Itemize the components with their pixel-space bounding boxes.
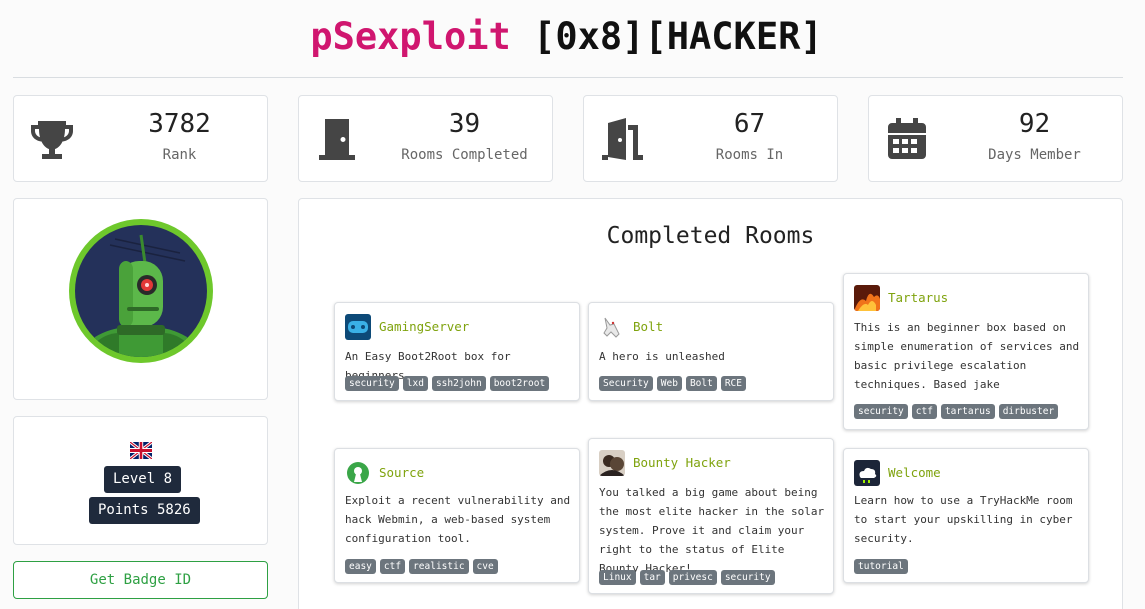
room-description: A hero is unleashed	[599, 350, 725, 363]
room-name[interactable]: GamingServer	[379, 319, 469, 334]
tag: tartarus	[940, 404, 995, 419]
rooms-completed-label: Rooms Completed	[401, 147, 528, 163]
room-card-welcome[interactable]: Welcome Learn how to use a TryHackMe roo…	[843, 448, 1089, 583]
tag: ssh2john	[431, 376, 486, 391]
tag: boot2root	[489, 376, 550, 391]
page-title: pSexploit [0x8][HACKER]	[0, 14, 1133, 60]
tag: ctf	[379, 559, 406, 574]
tag: security	[854, 404, 908, 419]
level-card: Level 8 Points 5826	[13, 416, 268, 545]
tag: tar	[639, 570, 665, 585]
completed-rooms-card: Completed Rooms GamingServer An Easy Boo…	[298, 198, 1123, 609]
tag: RCE	[720, 376, 746, 391]
rooms-completed-value: 39	[448, 109, 481, 139]
tag: Linux	[599, 570, 636, 585]
room-name[interactable]: Tartarus	[888, 290, 948, 305]
room-tags: tutorial	[854, 559, 1082, 574]
bounty-hacker-thumbnail	[599, 450, 625, 476]
trophy-icon	[28, 115, 76, 163]
bolt-thumbnail	[599, 314, 625, 340]
stat-card-rank: 3782 Rank	[13, 95, 268, 182]
tag: Bolt	[685, 376, 717, 391]
days-member-value: 92	[1018, 109, 1051, 139]
user-rank-tags: [0x8][HACKER]	[533, 15, 823, 58]
tag: Web	[656, 376, 682, 391]
door-closed-icon	[313, 115, 361, 163]
rooms-in-value: 67	[733, 109, 766, 139]
stat-card-days-member: 92 Days Member	[868, 95, 1123, 182]
room-description: Learn how to use a TryHackMe room to sta…	[854, 494, 1073, 545]
tag: easy	[345, 559, 376, 574]
room-card-gamingserver[interactable]: GamingServer An Easy Boot2Root box for b…	[334, 302, 580, 401]
source-thumbnail	[345, 460, 371, 486]
get-badge-id-button[interactable]: Get Badge ID	[13, 561, 268, 599]
room-card-bounty-hacker[interactable]: Bounty Hacker You talked a big game abou…	[588, 438, 834, 594]
room-description: Exploit a recent vulnerability and hack …	[345, 494, 571, 545]
avatar-card	[13, 198, 268, 400]
room-tags: easy ctf realistic cve	[345, 559, 573, 574]
stat-card-rooms-in: 67 Rooms In	[583, 95, 838, 182]
tag: privesc	[668, 570, 717, 585]
tag: tutorial	[854, 559, 908, 574]
room-tags: security lxd ssh2john boot2root	[345, 376, 573, 391]
rank-value: 3782	[148, 109, 211, 139]
room-description: This is an beginner box based on simple …	[854, 321, 1080, 391]
gamingserver-thumbnail	[345, 314, 371, 340]
room-card-source[interactable]: Source Exploit a recent vulnerability an…	[334, 448, 580, 583]
rank-label: Rank	[162, 147, 197, 163]
tag: lxd	[402, 376, 428, 391]
level-badge: Level 8	[104, 466, 182, 493]
tag: cve	[472, 559, 498, 574]
tag: Security	[599, 376, 653, 391]
calendar-icon	[883, 115, 931, 163]
room-tags: Linux tar privesc security	[599, 570, 827, 585]
room-description: You talked a big game about being the mo…	[599, 486, 825, 575]
welcome-thumbnail	[854, 460, 880, 486]
completed-rooms-title: Completed Rooms	[606, 223, 815, 249]
days-member-label: Days Member	[988, 147, 1081, 163]
room-name[interactable]: Bolt	[633, 319, 663, 334]
room-name[interactable]: Bounty Hacker	[633, 455, 731, 470]
rooms-in-label: Rooms In	[715, 147, 784, 163]
room-name[interactable]: Source	[379, 465, 424, 480]
divider	[13, 77, 1123, 78]
room-name[interactable]: Welcome	[888, 465, 941, 480]
points-badge: Points 5826	[89, 497, 200, 524]
room-tags: Security Web Bolt RCE	[599, 376, 827, 391]
stat-card-rooms-completed: 39 Rooms Completed	[298, 95, 553, 182]
door-open-icon	[598, 115, 646, 163]
room-tags: security ctf tartarus dirbuster	[854, 404, 1082, 419]
tag: security	[720, 570, 775, 585]
tag: ctf	[911, 404, 937, 419]
tag: dirbuster	[998, 404, 1059, 419]
tag: realistic	[409, 559, 469, 574]
tag: security	[345, 376, 399, 391]
avatar	[69, 219, 213, 363]
room-card-bolt[interactable]: Bolt A hero is unleashed Security Web Bo…	[588, 302, 834, 401]
tartarus-thumbnail	[854, 285, 880, 311]
room-card-tartarus[interactable]: Tartarus This is an beginner box based o…	[843, 273, 1089, 430]
uk-flag-icon	[129, 440, 153, 461]
username: pSexploit	[310, 15, 511, 58]
